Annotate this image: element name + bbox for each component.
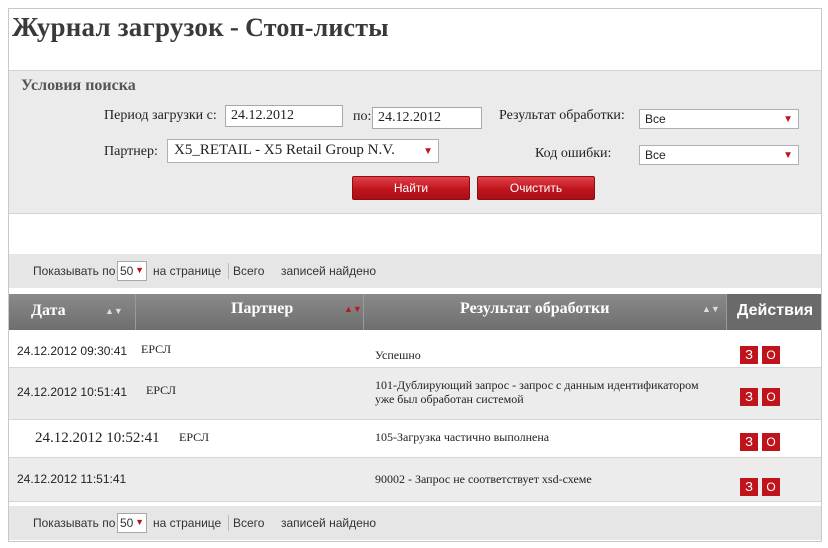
period-from-input[interactable]: 24.12.2012 bbox=[225, 105, 343, 127]
error-code-label: Код ошибки: bbox=[535, 146, 612, 161]
column-partner-header[interactable]: Партнер ▲▼ bbox=[136, 294, 364, 330]
table-row: 24.12.2012 09:30:41 ЕРСЛ Успешно З О bbox=[9, 330, 821, 368]
total-label: Всего bbox=[233, 264, 265, 278]
per-page-value: 50 bbox=[120, 516, 134, 530]
row-partner: ЕРСЛ bbox=[179, 430, 209, 444]
action-z-button[interactable]: З bbox=[740, 478, 758, 496]
column-actions-header: Действия bbox=[727, 294, 821, 330]
pager-bottom: Показывать по 50 ▼ на странице Всего зап… bbox=[9, 506, 821, 540]
row-date: 24.12.2012 10:52:41 bbox=[35, 430, 160, 446]
chevron-down-icon: ▼ bbox=[135, 265, 144, 275]
action-o-button[interactable]: О bbox=[762, 388, 780, 406]
result-select[interactable]: Все ▼ bbox=[639, 109, 799, 129]
chevron-down-icon: ▼ bbox=[135, 517, 144, 527]
show-by-label: Показывать по bbox=[33, 516, 116, 530]
error-code-select[interactable]: Все ▼ bbox=[639, 145, 799, 165]
partner-select-value: X5_RETAIL - X5 Retail Group N.V. bbox=[174, 142, 395, 158]
per-page-select[interactable]: 50 ▼ bbox=[117, 261, 147, 281]
clear-button[interactable]: Очистить bbox=[477, 176, 595, 200]
total-label: Всего bbox=[233, 516, 265, 530]
records-found-label: записей найдено bbox=[281, 264, 377, 278]
table-row: 24.12.2012 11:51:41 90002 - Запрос не со… bbox=[9, 458, 821, 502]
page-title-main: Журнал загрузок bbox=[12, 12, 224, 42]
page-title-sub: Стоп-листы bbox=[245, 13, 389, 42]
column-date-label: Дата bbox=[31, 302, 66, 319]
per-page-label: на странице bbox=[153, 516, 222, 530]
error-code-select-value: Все bbox=[645, 148, 666, 162]
chevron-down-icon: ▼ bbox=[783, 114, 793, 125]
pager-divider bbox=[228, 263, 229, 279]
pager-divider bbox=[228, 515, 229, 531]
action-z-button[interactable]: З bbox=[740, 346, 758, 364]
chevron-down-icon: ▼ bbox=[783, 150, 793, 161]
action-z-button[interactable]: З bbox=[740, 388, 758, 406]
sort-active-icon[interactable]: ▲▼ bbox=[344, 294, 362, 324]
search-section-title: Условия поиска bbox=[21, 77, 136, 94]
sort-icon[interactable]: ▲▼ bbox=[702, 294, 720, 324]
column-date-header[interactable]: Дата ▲▼ bbox=[9, 294, 136, 330]
result-select-value: Все bbox=[645, 112, 666, 126]
column-result-label: Результат обработки bbox=[460, 300, 610, 317]
records-found-label: записей найдено bbox=[281, 516, 377, 530]
pager-top: Показывать по 50 ▼ на странице Всего зап… bbox=[9, 254, 821, 288]
period-to-label: по: bbox=[353, 109, 372, 124]
row-partner: ЕРСЛ bbox=[141, 342, 171, 356]
partner-select[interactable]: X5_RETAIL - X5 Retail Group N.V. ▼ bbox=[167, 139, 439, 163]
search-panel: Условия поиска Период загрузки с: 24.12.… bbox=[9, 70, 821, 214]
row-date: 24.12.2012 11:51:41 bbox=[17, 472, 127, 486]
table-row: 24.12.2012 10:52:41 ЕРСЛ 105-Загрузка ча… bbox=[9, 420, 821, 458]
result-label: Результат обработки: bbox=[499, 108, 625, 123]
partner-label: Партнер: bbox=[104, 144, 158, 159]
action-o-button[interactable]: О bbox=[762, 478, 780, 496]
table-header: Дата ▲▼ Партнер ▲▼ Результат обработки ▲… bbox=[9, 294, 821, 330]
column-result-header[interactable]: Результат обработки ▲▼ bbox=[364, 294, 727, 330]
period-from-label: Период загрузки с: bbox=[104, 108, 217, 123]
action-z-button[interactable]: З bbox=[740, 433, 758, 451]
action-o-button[interactable]: О bbox=[762, 433, 780, 451]
page-title-separator: - bbox=[229, 12, 240, 42]
page-title: Журнал загрузок - Стоп-листы bbox=[12, 12, 389, 52]
row-partner: ЕРСЛ bbox=[146, 383, 176, 397]
show-by-label: Показывать по bbox=[33, 264, 116, 278]
action-o-button[interactable]: О bbox=[762, 346, 780, 364]
period-to-input[interactable]: 24.12.2012 bbox=[372, 107, 482, 129]
row-result: Успешно bbox=[375, 348, 421, 362]
row-result: 105-Загрузка частично выполнена bbox=[375, 430, 550, 444]
per-page-select[interactable]: 50 ▼ bbox=[117, 513, 147, 533]
chevron-down-icon: ▼ bbox=[423, 146, 433, 157]
row-result: 90002 - Запрос не соответствует xsd-схем… bbox=[375, 472, 592, 486]
row-date: 24.12.2012 10:51:41 bbox=[17, 385, 128, 399]
row-date: 24.12.2012 09:30:41 bbox=[17, 344, 128, 358]
row-result: 101-Дублирующий запрос - запрос с данным… bbox=[375, 378, 699, 406]
sort-icon[interactable]: ▲▼ bbox=[105, 294, 123, 328]
column-actions-label: Действия bbox=[737, 302, 814, 319]
per-page-label: на странице bbox=[153, 264, 222, 278]
table-row: 24.12.2012 10:51:41 ЕРСЛ 101-Дублирующий… bbox=[9, 368, 821, 420]
per-page-value: 50 bbox=[120, 264, 134, 278]
find-button[interactable]: Найти bbox=[352, 176, 470, 200]
column-partner-label: Партнер bbox=[231, 300, 294, 317]
